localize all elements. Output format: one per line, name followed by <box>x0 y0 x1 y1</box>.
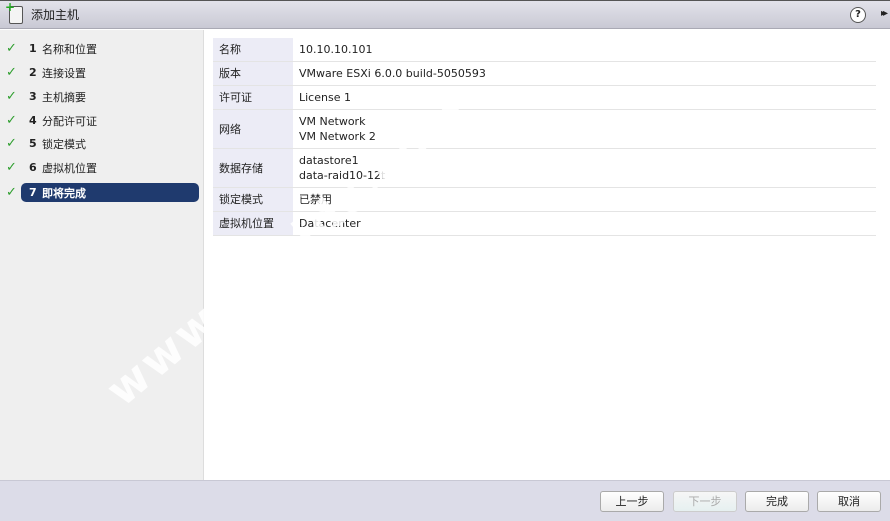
step-3[interactable]: ✓ 3 主机摘要 <box>6 87 199 106</box>
value-line: VM Network 2 <box>299 130 376 143</box>
cancel-button[interactable]: 取消 <box>817 491 881 512</box>
step-7[interactable]: ✓ 7 即将完成 <box>6 183 199 202</box>
table-row: 网络 VM Network VM Network 2 <box>213 109 876 149</box>
check-icon: ✓ <box>6 89 17 104</box>
table-row: 锁定模式 已禁用 <box>213 187 876 212</box>
step-label: 虚拟机位置 <box>42 161 97 175</box>
summary-table: 名称 10.10.10.101 版本 VMware ESXi 6.0.0 build… <box>213 38 876 236</box>
finish-button[interactable]: 完成 <box>745 491 809 512</box>
step-number: 1 <box>29 42 37 55</box>
step-label: 主机摘要 <box>42 90 86 104</box>
check-icon: ✓ <box>6 113 17 128</box>
footer: 上一步 下一步 完成 取消 <box>0 480 890 521</box>
check-icon: ✓ <box>6 65 17 80</box>
row-value: Datacenter <box>293 211 876 236</box>
wizard-steps: ✓ 1 名称和位置 ✓ 2 连接设置 ✓ 3 主机摘要 ✓ 4 分配许可证 ✓ 5 锁定模式 ✓ 6 虚… <box>0 30 204 480</box>
value-line: VM Network <box>299 115 366 128</box>
step-6[interactable]: ✓ 6 虚拟机位置 <box>6 158 199 177</box>
back-button[interactable]: 上一步 <box>600 491 664 512</box>
check-icon: ✓ <box>6 185 17 200</box>
row-key: 许可证 <box>213 85 293 110</box>
step-label: 锁定模式 <box>42 137 86 151</box>
row-key: 网络 <box>213 109 293 149</box>
row-key: 数据存储 <box>213 148 293 188</box>
table-row: 版本 VMware ESXi 6.0.0 build-5050593 <box>213 61 876 86</box>
row-key: 锁定模式 <box>213 187 293 212</box>
row-key: 版本 <box>213 61 293 86</box>
step-label: 即将完成 <box>42 186 86 200</box>
table-row: 虚拟机位置 Datacenter <box>213 211 876 236</box>
value-line: data-raid10-12t <box>299 169 386 182</box>
title-bar: 添加主机 ? ▸▸ <box>0 0 890 29</box>
window-title: 添加主机 <box>31 8 80 22</box>
row-key: 虚拟机位置 <box>213 211 293 236</box>
table-row: 许可证 License 1 <box>213 85 876 110</box>
row-value: VMware ESXi 6.0.0 build-5050593 <box>293 61 876 86</box>
step-number: 5 <box>29 137 37 150</box>
step-number: 7 <box>29 186 37 199</box>
row-value: License 1 <box>293 85 876 110</box>
row-value: 已禁用 <box>293 187 876 212</box>
step-4[interactable]: ✓ 4 分配许可证 <box>6 111 199 130</box>
check-icon: ✓ <box>6 136 17 151</box>
step-label: 分配许可证 <box>42 114 97 128</box>
row-value: 10.10.10.101 <box>293 38 876 62</box>
check-icon: ✓ <box>6 41 17 56</box>
step-number: 6 <box>29 161 37 174</box>
step-1[interactable]: ✓ 1 名称和位置 <box>6 39 199 58</box>
row-key: 名称 <box>213 38 293 62</box>
next-button[interactable]: 下一步 <box>673 491 737 512</box>
step-2[interactable]: ✓ 2 连接设置 <box>6 63 199 82</box>
table-row: 名称 10.10.10.101 <box>213 38 876 62</box>
row-value: VM Network VM Network 2 <box>293 109 876 149</box>
table-row: 数据存储 datastore1 data-raid10-12t <box>213 148 876 188</box>
help-icon[interactable]: ? <box>850 7 866 23</box>
check-icon: ✓ <box>6 160 17 175</box>
value-line: datastore1 <box>299 154 359 167</box>
step-label: 连接设置 <box>42 66 86 80</box>
add-host-icon <box>5 0 23 24</box>
step-number: 3 <box>29 90 37 103</box>
step-5[interactable]: ✓ 5 锁定模式 <box>6 134 199 153</box>
row-value: datastore1 data-raid10-12t <box>293 148 876 188</box>
step-number: 2 <box>29 66 37 79</box>
step-label: 名称和位置 <box>42 42 97 56</box>
summary-panel: 名称 10.10.10.101 版本 VMware ESXi 6.0.0 build… <box>205 30 890 480</box>
expand-icon[interactable]: ▸▸ <box>881 8 888 19</box>
step-number: 4 <box>29 114 37 127</box>
